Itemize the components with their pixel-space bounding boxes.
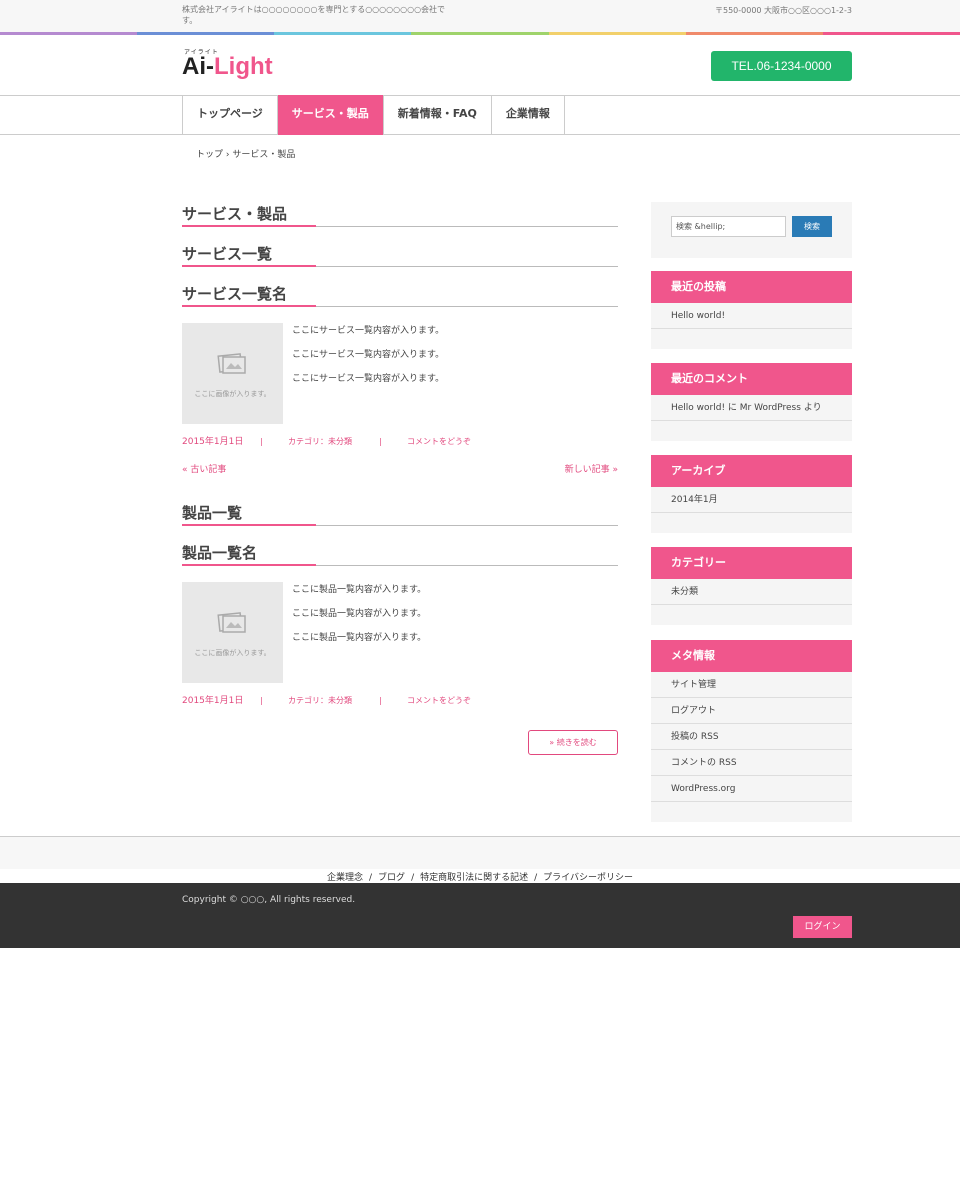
older-posts-link[interactable]: « 古い記事 [182, 462, 226, 475]
widget-item[interactable]: 未分類 [651, 579, 852, 605]
copyright: Copyright © ○○○, All rights reserved. [182, 895, 356, 905]
excerpt-line: ここにサービス一覧内容が入ります。 [292, 374, 445, 384]
thumbnail-caption: ここに画像が入ります。 [194, 390, 271, 398]
login-button[interactable]: ログイン [793, 916, 852, 938]
post-comment-link[interactable]: コメントをどうぞ [407, 436, 471, 447]
image-placeholder-icon [217, 353, 246, 374]
site-address: 〒550-0000 大阪市○○区○○○1-2-3 [714, 6, 852, 15]
post-title-services[interactable]: サービス一覧名 [182, 283, 618, 307]
post-date[interactable]: 2015年1月1日 [182, 693, 260, 706]
post-thumbnail[interactable]: ここに画像が入ります。 [182, 582, 283, 683]
section-heading-products: 製品一覧 [182, 502, 618, 526]
widget-item[interactable]: WordPress.org [651, 776, 852, 802]
excerpt-line: ここに製品一覧内容が入ります。 [292, 633, 427, 643]
heading-underline [182, 305, 316, 307]
heading-underline [182, 524, 316, 526]
image-placeholder-icon [217, 612, 246, 633]
post-category[interactable]: カテゴリ：未分類 [288, 695, 379, 706]
thumbnail-caption: ここに画像が入ります。 [194, 649, 271, 657]
widget-item[interactable]: サイト管理 [651, 672, 852, 698]
widget-item[interactable]: 投稿の RSS [651, 724, 852, 750]
footer-link[interactable]: 企業理念 [327, 873, 363, 883]
post-title-products[interactable]: 製品一覧名 [182, 542, 618, 566]
excerpt-line: ここに製品一覧内容が入ります。 [292, 609, 427, 619]
excerpt-line: ここに製品一覧内容が入ります。 [292, 585, 427, 595]
breadcrumb[interactable]: トップ › サービス・製品 [196, 147, 295, 160]
post-title-text[interactable]: 製品一覧名 [182, 542, 257, 563]
widget-item[interactable]: Hello world! に Mr WordPress より [651, 395, 852, 421]
widget-title: アーカイブ [651, 455, 852, 487]
post-excerpt: ここに製品一覧内容が入ります。 ここに製品一覧内容が入ります。 ここに製品一覧内… [292, 583, 426, 655]
logo-part1: Ai- [182, 53, 214, 80]
logo-wordmark: Ai-Light [182, 53, 273, 81]
post-comment-link[interactable]: コメントをどうぞ [407, 695, 471, 706]
site-description: 株式会社アイライトは○○○○○○○○を専門とする○○○○○○○○会社です。 [182, 5, 446, 25]
site-footer: Copyright © ○○○, All rights reserved. ログ… [0, 883, 960, 948]
search-widget: 検索 &hellip; 検索 [651, 202, 852, 258]
top-info-bar: 株式会社アイライトは○○○○○○○○を専門とする○○○○○○○○会社です。 〒5… [0, 0, 960, 32]
nav-item-services[interactable]: サービス・製品 [277, 95, 384, 135]
post-thumbnail[interactable]: ここに画像が入ります。 [182, 323, 283, 424]
heading-underline [182, 265, 316, 267]
post-meta: 2015年1月1日 | カテゴリ：未分類 | コメントをどうぞ [182, 693, 471, 706]
post-meta: 2015年1月1日 | カテゴリ：未分類 | コメントをどうぞ [182, 434, 471, 447]
section-heading-text: サービス一覧 [182, 245, 273, 263]
widget-item[interactable]: ログアウト [651, 698, 852, 724]
global-nav: トップページ サービス・製品 新着情報・FAQ 企業情報 [0, 95, 960, 135]
widget-recent-comments: 最近のコメント Hello world! に Mr WordPress より [651, 363, 852, 441]
post-excerpt: ここにサービス一覧内容が入ります。 ここにサービス一覧内容が入ります。 ここにサ… [292, 324, 444, 396]
widget-item[interactable]: Hello world! [651, 303, 852, 329]
excerpt-line: ここにサービス一覧内容が入ります。 [292, 350, 445, 360]
meta-separator: | [379, 437, 382, 446]
read-more-button[interactable]: » 続きを読む [528, 730, 618, 755]
meta-separator: | [260, 437, 263, 446]
widget-item[interactable]: コメントの RSS [651, 750, 852, 776]
widget-archives: アーカイブ 2014年1月 [651, 455, 852, 533]
newer-posts-link[interactable]: 新しい記事 » [565, 462, 618, 475]
meta-separator: | [379, 696, 382, 705]
site-header: アイライト Ai-Light TEL.06-1234-0000 [0, 35, 960, 95]
footer-separator: / [369, 873, 373, 883]
post-title-text[interactable]: サービス一覧名 [182, 283, 287, 304]
widget-recent-posts: 最近の投稿 Hello world! [651, 271, 852, 349]
page-title-text: サービス・製品 [182, 205, 288, 223]
nav-item-news-faq[interactable]: 新着情報・FAQ [384, 95, 492, 135]
heading-underline [182, 564, 316, 566]
footer-link[interactable]: プライバシーポリシー [543, 873, 633, 883]
widget-title: 最近の投稿 [651, 271, 852, 303]
tel-button[interactable]: TEL.06-1234-0000 [711, 51, 852, 81]
footer-links: 企業理念 / ブログ / 特定商取引法に関する記述 / プライバシーポリシー [0, 870, 960, 883]
section-heading-services: サービス一覧 [182, 243, 618, 267]
widget-categories: カテゴリー 未分類 [651, 547, 852, 625]
widget-title: 最近のコメント [651, 363, 852, 395]
footer-separator: / [411, 873, 415, 883]
footer-link[interactable]: 特定商取引法に関する記述 [420, 873, 528, 883]
excerpt-line: ここにサービス一覧内容が入ります。 [292, 326, 445, 336]
footer-link[interactable]: ブログ [378, 873, 405, 883]
widget-title: メタ情報 [651, 640, 852, 672]
heading-underline [182, 225, 316, 227]
search-button[interactable]: 検索 [792, 216, 832, 237]
search-input[interactable]: 検索 &hellip; [671, 216, 786, 237]
post-category[interactable]: カテゴリ：未分類 [288, 436, 379, 447]
widget-item[interactable]: 2014年1月 [651, 487, 852, 513]
nav-item-company[interactable]: 企業情報 [492, 95, 565, 135]
widget-title: カテゴリー [651, 547, 852, 579]
footer-separator: / [534, 873, 538, 883]
footer-band [0, 836, 960, 869]
logo-part2: Light [214, 53, 273, 80]
nav-item-top[interactable]: トップページ [183, 95, 278, 135]
section-heading-text: 製品一覧 [182, 504, 243, 522]
widget-meta: メタ情報 サイト管理 ログアウト 投稿の RSS コメントの RSS WordP… [651, 640, 852, 822]
post-date[interactable]: 2015年1月1日 [182, 434, 260, 447]
meta-separator: | [260, 696, 263, 705]
page-title: サービス・製品 [182, 203, 618, 227]
